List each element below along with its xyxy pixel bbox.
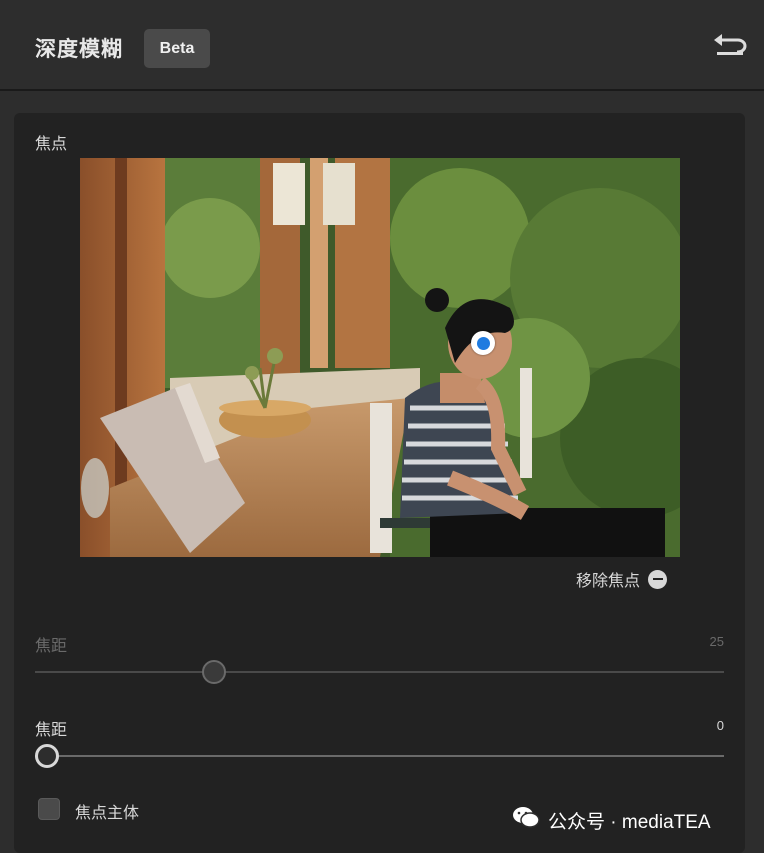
focal-distance-label-1: 焦距 bbox=[35, 636, 68, 655]
focus-point-dot bbox=[476, 336, 490, 350]
focus-preview-image[interactable] bbox=[80, 158, 680, 557]
panel-title: 深度模糊 bbox=[35, 37, 123, 61]
focus-subject-label: 焦点主体 bbox=[75, 803, 140, 822]
undo-arrow-icon[interactable] bbox=[711, 30, 747, 62]
focal-distance-label-2: 焦距 bbox=[35, 720, 68, 739]
focal-distance-thumb-2[interactable] bbox=[35, 744, 59, 768]
focal-distance-value-2: 0 bbox=[716, 718, 724, 733]
watermark: 公众号 · mediaTEA bbox=[512, 806, 711, 834]
focal-distance-value-1: 25 bbox=[709, 634, 724, 649]
beta-badge: Beta bbox=[144, 29, 210, 68]
focal-distance-track-2 bbox=[35, 755, 724, 757]
focal-distance-track-1 bbox=[35, 671, 724, 673]
remove-focus-button[interactable]: 移除焦点 bbox=[576, 568, 668, 590]
focal-distance-thumb-1[interactable] bbox=[202, 660, 226, 684]
remove-focus-label: 移除焦点 bbox=[576, 571, 641, 590]
focus-section-label: 焦点 bbox=[35, 134, 68, 153]
minus-circle-icon bbox=[648, 569, 668, 589]
wechat-icon bbox=[512, 806, 540, 834]
watermark-text: 公众号 · mediaTEA bbox=[548, 811, 711, 833]
panel-header: 深度模糊 Beta bbox=[0, 0, 764, 91]
focus-subject-checkbox[interactable] bbox=[38, 798, 60, 820]
focus-point-handle[interactable] bbox=[471, 331, 495, 355]
